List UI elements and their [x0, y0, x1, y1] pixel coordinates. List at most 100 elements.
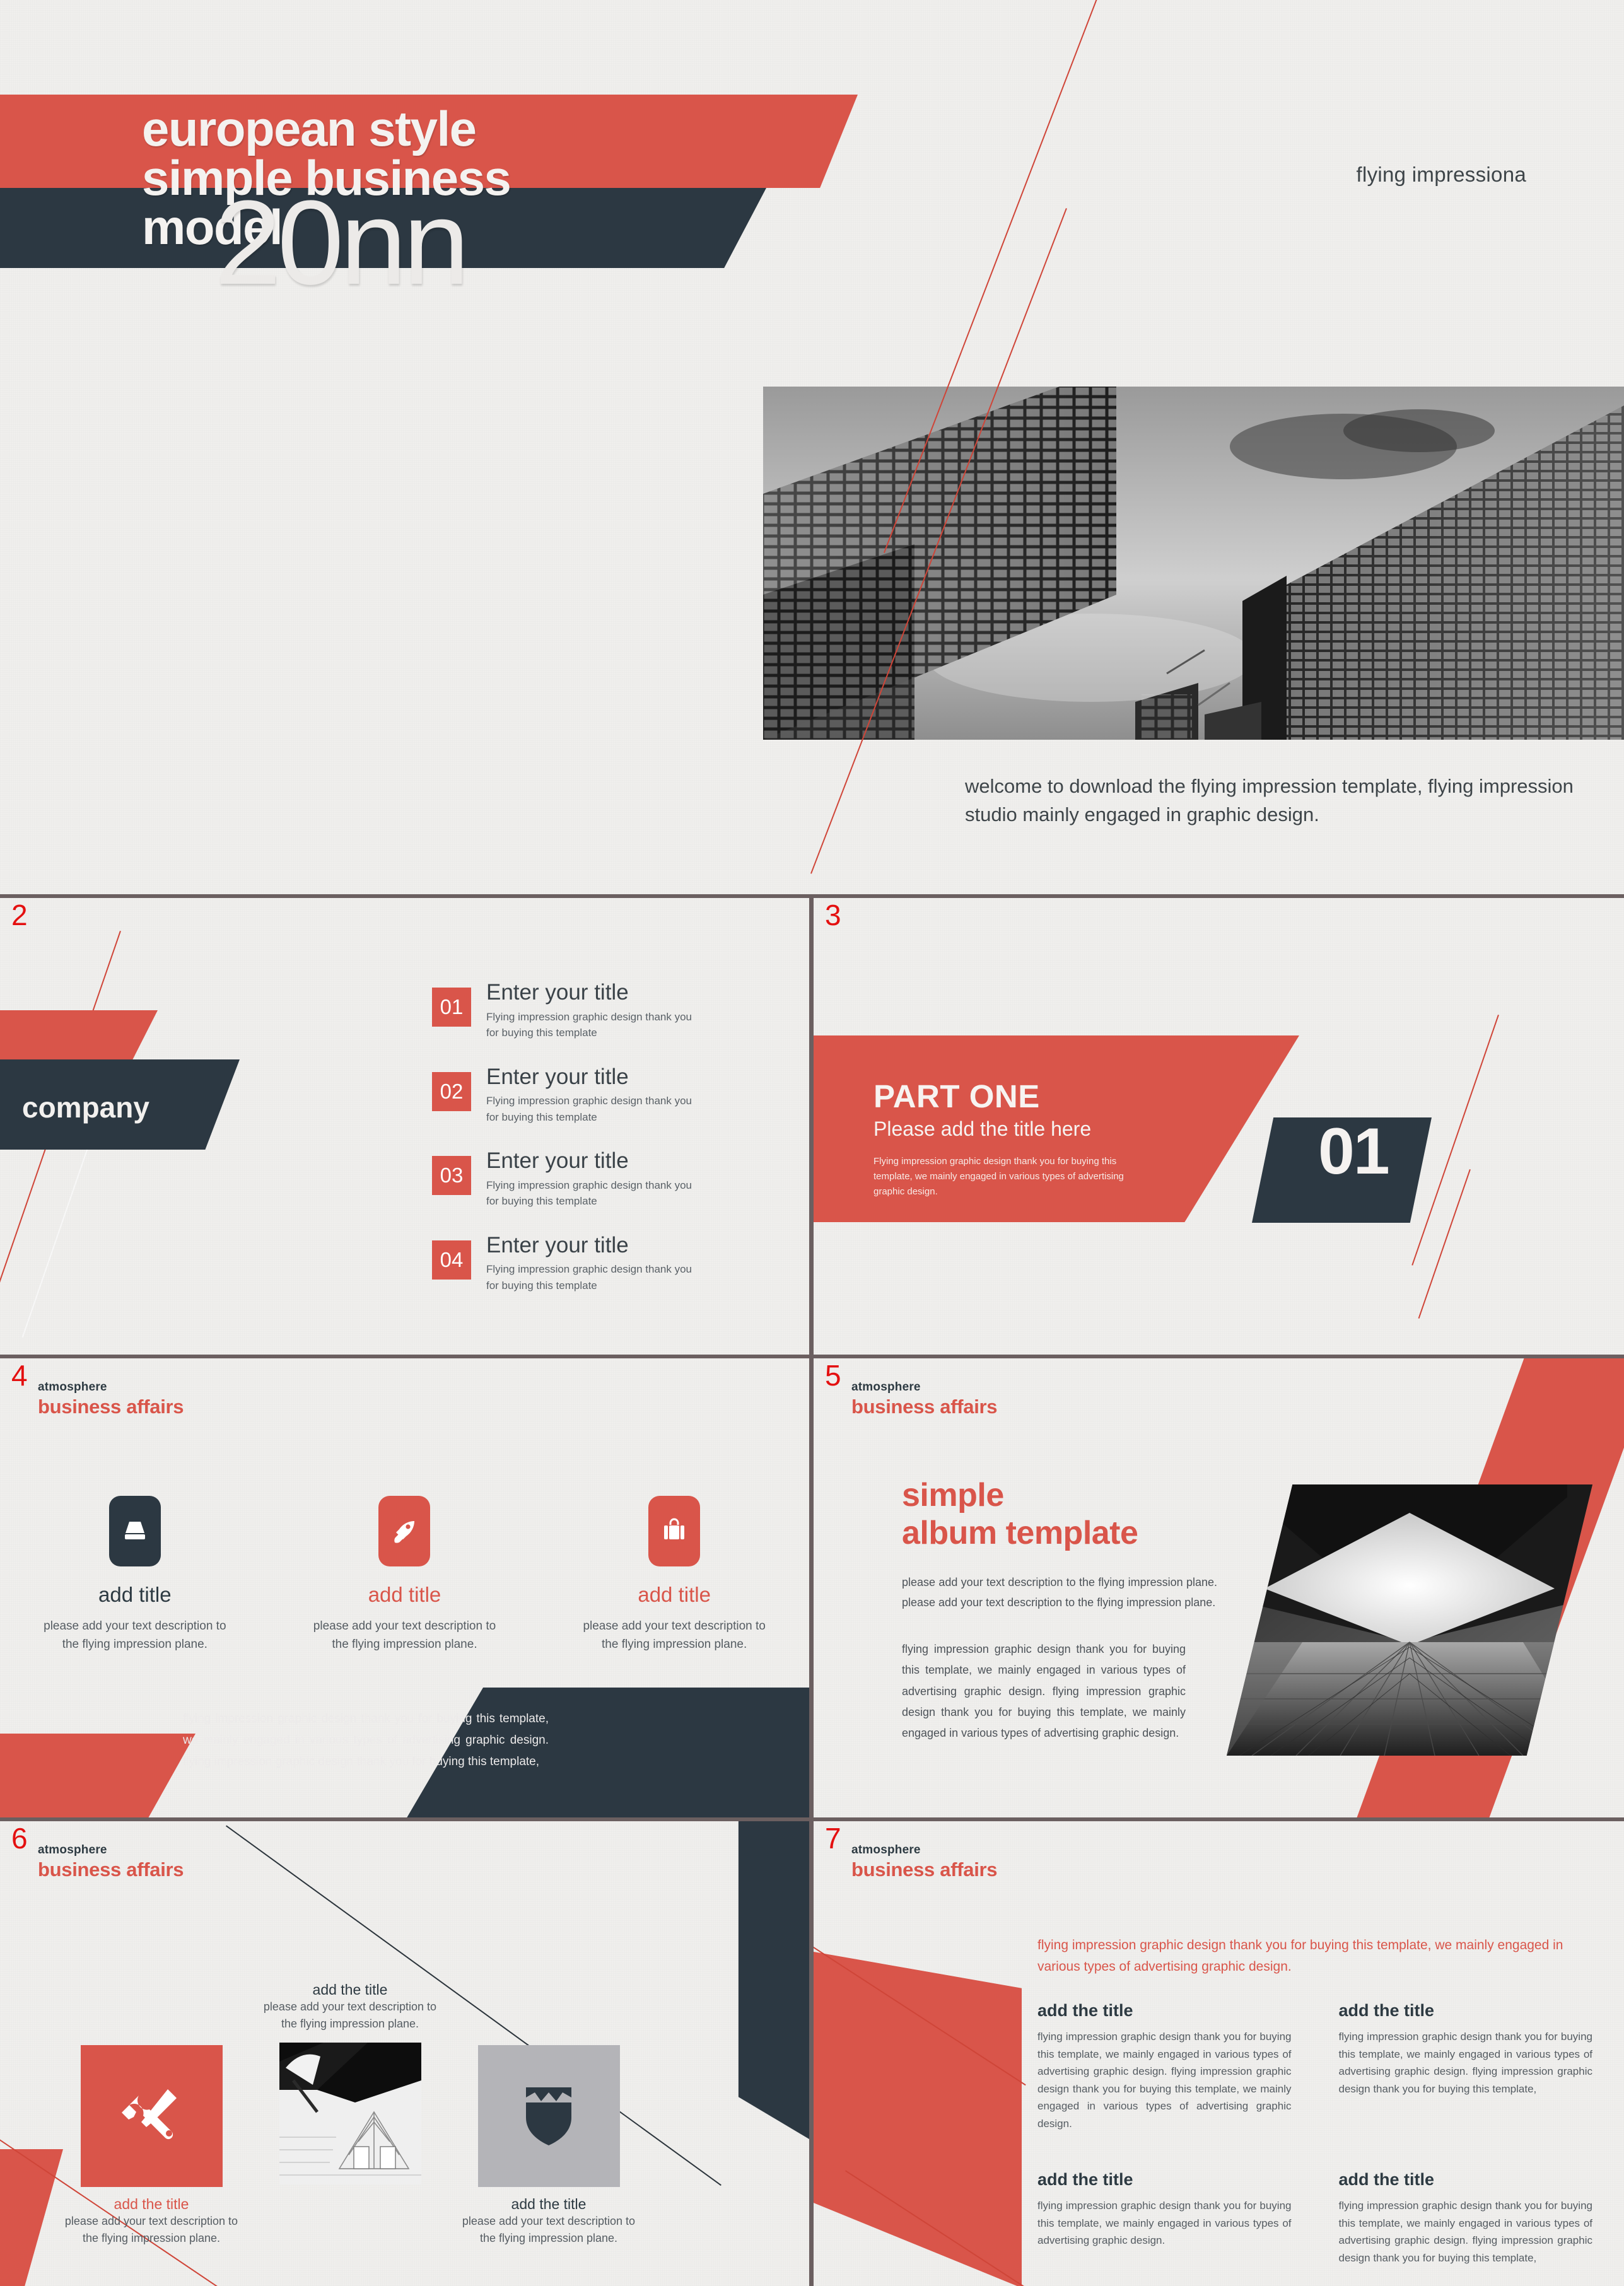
page-number: 2 [11, 899, 28, 931]
agenda-list: 01 Enter your title Flying impression gr… [432, 980, 698, 1317]
text-block-body: flying impression graphic design thank y… [1338, 2031, 1593, 2095]
blocks-red-parallelogram [814, 1947, 1022, 2286]
blocks-grid: add the title flying impression graphic … [1037, 2001, 1592, 2266]
page-number: 4 [11, 1359, 28, 1392]
slide-2-agenda[interactable]: 2 company 01 Enter your title Flying imp… [0, 898, 809, 1355]
section-title: business affairs [851, 1858, 998, 1881]
list-item-desc: Flying impression graphic design thank y… [486, 1263, 692, 1292]
section-heading: atmosphere business affairs [38, 1843, 184, 1881]
tools-glyph [121, 2089, 177, 2140]
text-block[interactable]: add the title flying impression graphic … [1339, 2001, 1593, 2132]
tile-desc: please add your text description to the … [263, 2000, 437, 2030]
list-item-desc: Flying impression graphic design thank y… [486, 1095, 692, 1123]
text-block-body: flying impression graphic design thank y… [1037, 2031, 1292, 2130]
feature-card[interactable]: add title please add your text descripti… [580, 1496, 769, 1654]
list-item-title: Enter your title [486, 980, 629, 1005]
briefcase-icon [648, 1496, 701, 1566]
feature-card-desc: please add your text description to the … [44, 1619, 226, 1652]
feature-card-row: add title please add your text descripti… [0, 1496, 809, 1654]
blocks-lead-text: flying impression graphic design thank y… [1037, 1938, 1563, 1974]
text-block[interactable]: add the title flying impression graphic … [1037, 2001, 1292, 2132]
list-item-number: 03 [432, 1156, 471, 1195]
feature-card[interactable]: add title please add your text descripti… [310, 1496, 499, 1654]
text-block[interactable]: add the title flying impression graphic … [1037, 2170, 1292, 2266]
feature-card-desc: please add your text description to the … [313, 1619, 496, 1652]
text-block-title: add the title [1037, 2170, 1133, 2190]
section-kicker: atmosphere [38, 1380, 107, 1394]
shield-icon [477, 2045, 620, 2187]
divider-part-description: Flying impression graphic design thank y… [873, 1156, 1124, 1197]
cover-brand-label: flying impressiona [1356, 163, 1526, 186]
tools-icon [80, 2045, 223, 2187]
page-number: 7 [825, 1822, 841, 1855]
hard-drive-icon [108, 1496, 161, 1566]
slide-4-three-features[interactable]: 4 atmosphere business affairs add title … [0, 1358, 809, 1817]
rocket-icon [378, 1496, 431, 1566]
tile-column[interactable]: add the title please add your text descr… [454, 2045, 643, 2247]
album-title: simple album template [902, 1477, 1138, 1553]
footer-dark-block-text: flying impression graphic design thank y… [183, 1712, 549, 1769]
rocket-glyph [394, 1521, 415, 1543]
list-item[interactable]: 01 Enter your title Flying impression gr… [432, 980, 698, 1041]
slide-7-four-blocks[interactable]: 7 atmosphere business affairs flying imp… [814, 1821, 1624, 2286]
tile-desc: please add your text description to the … [462, 2215, 636, 2244]
list-item-title: Enter your title [486, 1232, 629, 1257]
text-block[interactable]: add the title flying impression graphic … [1339, 2170, 1593, 2266]
section-heading: atmosphere business affairs [851, 1843, 998, 1881]
cover-title-line-1: european style [142, 101, 477, 156]
feature-card-title: add title [98, 1583, 172, 1606]
slide-deck-preview: european style simple business model 20n… [0, 0, 1624, 2286]
slide-5-album[interactable]: 5 atmosphere business affairs simple alb… [814, 1358, 1624, 1817]
list-item-desc: Flying impression graphic design thank y… [486, 1179, 692, 1208]
feature-card-desc: please add your text description to the … [583, 1619, 766, 1652]
album-title-line-1: simple [902, 1477, 1004, 1513]
shield-glyph [526, 2087, 571, 2145]
list-item[interactable]: 03 Enter your title Flying impression gr… [432, 1148, 698, 1210]
feature-card[interactable]: add title please add your text descripti… [40, 1496, 230, 1654]
tile-column[interactable]: add the title please add your text descr… [57, 2045, 246, 2247]
section-title: business affairs [38, 1858, 184, 1881]
cover-photo [763, 387, 1624, 740]
album-paragraph-1: please add your text description to the … [902, 1576, 1217, 1609]
tile-column[interactable]: add the title please add your text descr… [255, 1973, 445, 2184]
list-item-number: 02 [432, 1071, 471, 1111]
tile-desc: please add your text description to the … [64, 2215, 238, 2244]
page-number: 5 [825, 1359, 841, 1392]
list-item-title: Enter your title [486, 1148, 629, 1173]
section-kicker: atmosphere [851, 1843, 921, 1857]
divider-diagonal-line-2 [1418, 1169, 1471, 1319]
cover-year: 20nn [214, 176, 470, 310]
tile-title: add the title [114, 2196, 189, 2212]
footer-red-shape [0, 1734, 196, 1817]
section-title: business affairs [38, 1396, 184, 1418]
slide-3-section-divider[interactable]: 3 PART ONE Please add the title here Fly… [814, 898, 1624, 1355]
section-heading: atmosphere business affairs [38, 1380, 184, 1418]
blueprint-photo-illustration [279, 2043, 421, 2184]
slide-6-three-tiles[interactable]: 6 atmosphere business affairs add the ti… [0, 1821, 809, 2286]
list-item[interactable]: 02 Enter your title Flying impression gr… [432, 1064, 698, 1126]
page-number: 3 [825, 899, 841, 931]
divider-part-number: 01 [1318, 1115, 1390, 1188]
text-block-body: flying impression graphic design thank y… [1037, 2200, 1292, 2247]
blueprint-photo [279, 2043, 421, 2184]
text-block-body: flying impression graphic design thank y… [1338, 2200, 1593, 2264]
feature-card-title: add title [368, 1583, 441, 1606]
tile-title: add the title [312, 1981, 388, 1998]
album-paragraph-2: flying impression graphic design thank y… [902, 1643, 1186, 1740]
skyscraper-photo-illustration [763, 387, 1624, 740]
agenda-company-label: company [22, 1091, 149, 1124]
list-item-number: 04 [432, 1240, 471, 1280]
list-item-title: Enter your title [486, 1064, 629, 1089]
album-title-line-2: album template [902, 1514, 1138, 1551]
page-number: 6 [11, 1822, 28, 1855]
slide-1-cover[interactable]: european style simple business model 20n… [0, 0, 1624, 894]
feature-card-title: add title [638, 1583, 711, 1606]
text-block-title: add the title [1338, 2001, 1435, 2020]
list-item[interactable]: 04 Enter your title Flying impression gr… [432, 1233, 698, 1294]
text-block-title: add the title [1037, 2001, 1133, 2020]
section-title: business affairs [851, 1396, 998, 1418]
hard-drive-glyph [124, 1522, 145, 1539]
text-block-title: add the title [1338, 2170, 1435, 2190]
tiles-red-corner-shape [0, 2149, 63, 2286]
list-item-desc: Flying impression graphic design thank y… [486, 1010, 692, 1039]
